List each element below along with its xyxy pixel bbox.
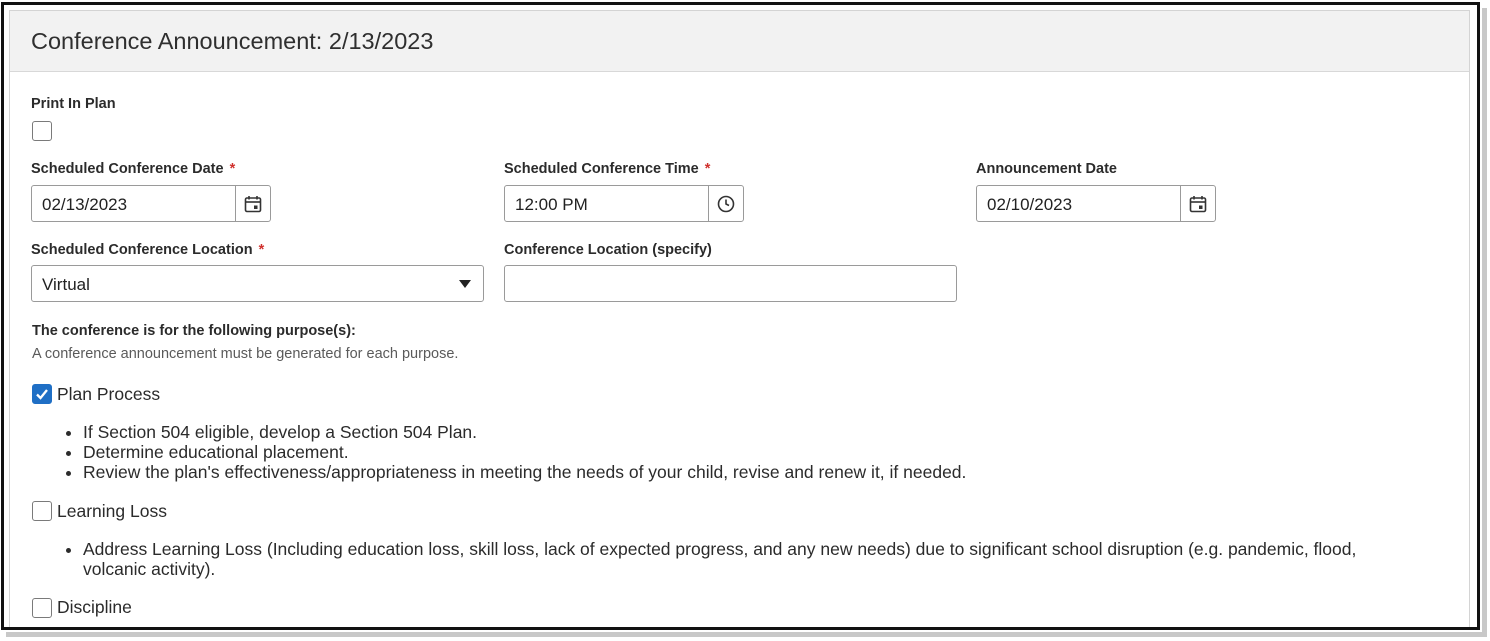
plan-process-label: Plan Process bbox=[57, 384, 161, 404]
conference-time-label: Scheduled Conference Time * bbox=[504, 161, 711, 177]
announcement-date-field[interactable]: 02/10/2023 bbox=[976, 185, 1216, 222]
purposes-hint: A conference announcement must be genera… bbox=[32, 346, 459, 362]
panel-header: Conference Announcement: 2/13/2023 bbox=[10, 11, 1469, 72]
calendar-icon bbox=[1189, 195, 1207, 212]
learning-loss-checkbox[interactable] bbox=[32, 501, 52, 521]
conference-date-field[interactable]: 02/13/2023 bbox=[31, 185, 271, 222]
list-item: Address Learning Loss (Including educati… bbox=[83, 539, 1363, 579]
screenshot-frame: Conference Announcement: 2/13/2023 Print… bbox=[1, 2, 1480, 630]
list-item: If Section 504 eligible, develop a Secti… bbox=[83, 422, 966, 442]
dropdown-arrow-icon bbox=[459, 280, 471, 288]
list-item: Review the plan's effectiveness/appropri… bbox=[83, 462, 966, 482]
conference-time-clock-button[interactable] bbox=[708, 186, 743, 221]
required-marker: * bbox=[229, 161, 236, 177]
conference-date-value: 02/13/2023 bbox=[42, 195, 128, 214]
purposes-heading: The conference is for the following purp… bbox=[32, 323, 356, 339]
conference-announcement-panel: Conference Announcement: 2/13/2023 Print… bbox=[9, 10, 1470, 627]
print-in-plan-checkbox[interactable] bbox=[32, 121, 52, 141]
frame-shadow-bottom bbox=[6, 632, 1487, 637]
announcement-date-value: 02/10/2023 bbox=[987, 195, 1073, 214]
announcement-date-label: Announcement Date bbox=[976, 161, 1117, 177]
announcement-date-calendar-button[interactable] bbox=[1180, 186, 1215, 221]
calendar-icon bbox=[244, 195, 262, 212]
location-specify-label: Conference Location (specify) bbox=[504, 242, 712, 258]
conference-location-select[interactable]: Virtual bbox=[31, 265, 484, 302]
learning-loss-bullets: Address Learning Loss (Including educati… bbox=[63, 539, 1363, 579]
print-in-plan-label: Print In Plan bbox=[31, 96, 116, 112]
plan-process-checkbox[interactable] bbox=[32, 384, 52, 404]
clock-icon bbox=[717, 195, 735, 212]
conference-location-value: Virtual bbox=[42, 275, 90, 294]
conference-time-value: 12:00 PM bbox=[515, 195, 588, 214]
frame-shadow-right bbox=[1482, 8, 1487, 633]
learning-loss-label: Learning Loss bbox=[57, 501, 167, 521]
conference-date-calendar-button[interactable] bbox=[235, 186, 270, 221]
conference-time-field[interactable]: 12:00 PM bbox=[504, 185, 744, 222]
required-marker: * bbox=[704, 161, 711, 177]
list-item: Determine educational placement. bbox=[83, 442, 966, 462]
conference-date-label: Scheduled Conference Date * bbox=[31, 161, 236, 177]
required-marker: * bbox=[258, 242, 265, 258]
discipline-checkbox[interactable] bbox=[32, 598, 52, 618]
conference-location-label: Scheduled Conference Location * bbox=[31, 242, 265, 258]
panel-title: Conference Announcement: 2/13/2023 bbox=[31, 28, 434, 54]
discipline-label: Discipline bbox=[57, 597, 132, 617]
checkmark-icon bbox=[36, 389, 48, 400]
location-specify-input[interactable] bbox=[504, 265, 957, 302]
plan-process-bullets: If Section 504 eligible, develop a Secti… bbox=[63, 422, 966, 482]
